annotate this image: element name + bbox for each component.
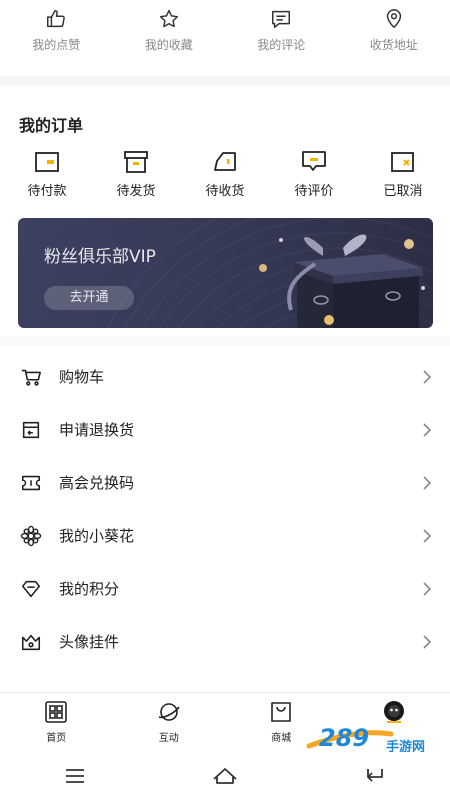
crown-icon <box>21 634 41 650</box>
quick-link-label: 收货地址 <box>369 38 418 52</box>
order-status-row: 待付款 待发货 待收货 待评价 已取消 <box>0 150 450 206</box>
nav-home-button[interactable] <box>195 756 255 796</box>
orders-title: 我的订单 <box>19 116 84 135</box>
chevron-right-icon <box>423 422 432 437</box>
quick-link-label: 我的收藏 <box>144 38 193 52</box>
home-icon <box>45 701 68 723</box>
gift-box-illustration <box>259 234 425 328</box>
return-box-icon <box>22 421 40 438</box>
menu-item-points[interactable]: 我的积分 <box>0 562 450 615</box>
nav-menu-button[interactable] <box>45 756 105 796</box>
chevron-right-icon <box>423 369 432 384</box>
wallet-icon <box>35 152 59 172</box>
chevron-right-icon <box>423 528 432 543</box>
order-pending-payment[interactable]: 待付款 <box>12 150 82 206</box>
comment-icon <box>272 10 291 28</box>
menu-item-label: 头像挂件 <box>59 633 120 651</box>
menu-item-label: 高会兑换码 <box>59 474 135 492</box>
svg-text:289: 289 <box>319 724 369 752</box>
cancelled-icon <box>391 152 414 172</box>
menu-item-redeem-code[interactable]: 高会兑换码 <box>0 456 450 509</box>
ticket-icon <box>21 475 41 490</box>
section-divider <box>0 76 450 86</box>
menu-item-label: 申请退换货 <box>59 421 135 439</box>
order-item-label: 待付款 <box>27 184 67 199</box>
profile-screen: 我的点赞 我的收藏 我的评论 收货地址 我的订单 待付款 待发货 待收货 待评价… <box>0 0 450 800</box>
location-pin-icon <box>386 9 401 28</box>
menu-item-returns[interactable]: 申请退换货 <box>0 403 450 456</box>
shopping-bag-icon <box>271 702 292 722</box>
order-item-label: 待评价 <box>294 184 334 199</box>
box-icon <box>124 151 148 173</box>
quick-link-comments[interactable]: 我的评论 <box>231 8 331 53</box>
menu-item-label: 我的积分 <box>59 580 120 598</box>
system-nav-bar <box>0 752 450 800</box>
vip-banner[interactable]: 粉丝俱乐部VIP 去开通 <box>18 218 433 328</box>
thumbs-up-icon <box>47 10 66 28</box>
menu-list: 购物车 申请退换货 高会兑换码 我的小葵花 我的积分 头像挂件 <box>0 350 450 668</box>
nav-back-button[interactable] <box>345 756 405 796</box>
menu-item-avatar-frame[interactable]: 头像挂件 <box>0 615 450 668</box>
tab-label: 商城 <box>271 733 292 744</box>
order-item-label: 待收货 <box>205 184 245 199</box>
menu-item-sunflower[interactable]: 我的小葵花 <box>0 509 450 562</box>
quick-link-likes[interactable]: 我的点赞 <box>6 8 106 53</box>
quick-links-row: 我的点赞 我的收藏 我的评论 收货地址 <box>0 0 450 70</box>
order-to-review[interactable]: 待评价 <box>279 150 349 206</box>
star-icon <box>159 9 178 28</box>
order-to-ship[interactable]: 待发货 <box>101 150 171 206</box>
menu-item-cart[interactable]: 购物车 <box>0 350 450 403</box>
menu-item-label: 购物车 <box>59 368 105 386</box>
tab-label: 互动 <box>158 733 179 744</box>
order-cancelled[interactable]: 已取消 <box>368 150 438 206</box>
order-to-receive[interactable]: 待收货 <box>190 150 260 206</box>
truck-icon <box>214 152 236 171</box>
menu-icon <box>66 769 84 783</box>
quick-link-label: 我的评论 <box>257 38 306 52</box>
tab-label: 首页 <box>46 733 67 744</box>
chevron-right-icon <box>423 634 432 649</box>
quick-link-address[interactable]: 收货地址 <box>344 8 444 53</box>
section-divider <box>0 336 450 346</box>
tab-interact[interactable]: 互动 <box>129 699 209 744</box>
order-item-label: 已取消 <box>383 184 423 199</box>
vip-title: 粉丝俱乐部VIP <box>44 247 156 267</box>
back-arrow-icon <box>367 769 383 782</box>
menu-item-label: 我的小葵花 <box>59 527 135 545</box>
planet-icon <box>158 703 180 721</box>
chevron-right-icon <box>423 581 432 596</box>
tab-home[interactable]: 首页 <box>16 699 96 744</box>
vip-open-button[interactable]: 去开通 <box>44 286 134 310</box>
order-item-label: 待发货 <box>116 184 156 199</box>
quick-link-favorites[interactable]: 我的收藏 <box>119 8 219 53</box>
quick-link-label: 我的点赞 <box>32 38 81 52</box>
home-outline-icon <box>213 768 237 784</box>
review-icon <box>302 151 326 171</box>
chevron-right-icon <box>423 475 432 490</box>
cart-icon <box>21 369 41 386</box>
diamond-icon <box>21 580 41 597</box>
flower-icon <box>20 525 42 546</box>
